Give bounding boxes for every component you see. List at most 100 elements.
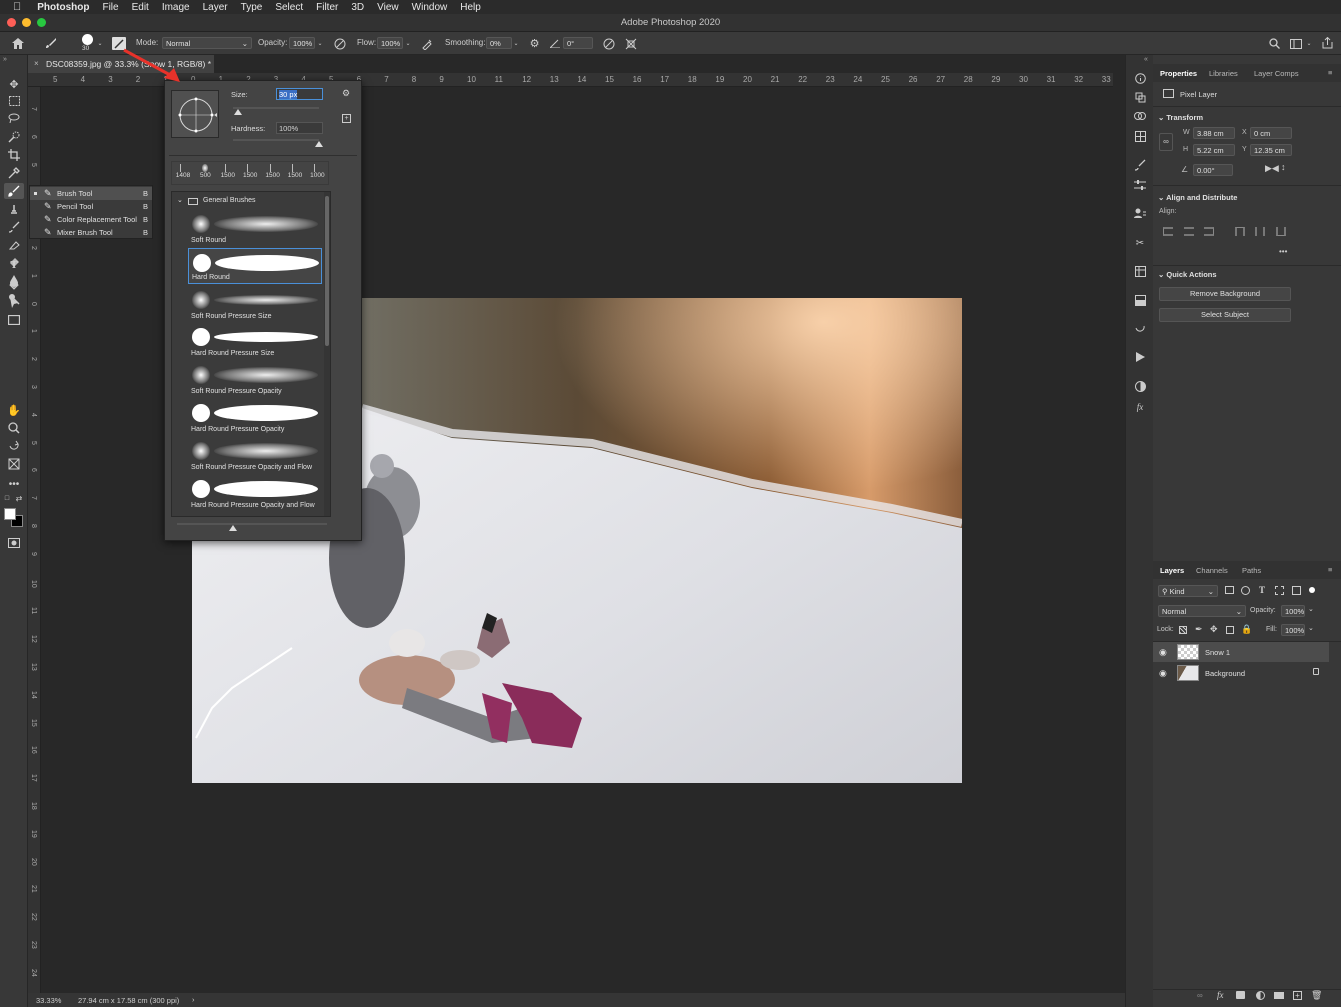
pressure-opacity-icon[interactable] — [333, 37, 347, 50]
menu-help[interactable]: Help — [460, 2, 481, 13]
tab-channels[interactable]: Channels — [1196, 566, 1228, 575]
filter-toggle-icon[interactable] — [1309, 587, 1315, 593]
brush-preset-item[interactable]: Soft Round — [188, 210, 322, 246]
brush-preset-item[interactable]: Hard Round Pressure Size — [188, 323, 322, 359]
picker-gear-icon[interactable]: ⚙ — [342, 88, 350, 99]
close-tab-icon[interactable]: × — [34, 59, 39, 68]
new-adjustment-layer-icon[interactable] — [1256, 991, 1265, 1000]
workspace-icon[interactable] — [1289, 37, 1303, 50]
brush-preset-item[interactable]: Soft Round Pressure Opacity and Flow — [188, 437, 322, 473]
transform-section-title[interactable]: ⌄ Transform — [1158, 113, 1203, 122]
chevron-down-icon[interactable]: ⌄ — [1306, 39, 1312, 47]
filter-adjustment-icon[interactable] — [1241, 586, 1250, 595]
height-field[interactable]: 5.22 cm — [1193, 144, 1235, 156]
hardness-slider-thumb[interactable] — [315, 141, 323, 147]
brush-preset-item[interactable]: Soft Round Pressure Size — [188, 286, 322, 322]
airbrush-icon[interactable] — [420, 37, 434, 50]
panel-menu-icon[interactable]: ≡ — [1328, 68, 1332, 77]
new-layer-icon[interactable]: + — [1293, 991, 1302, 1000]
size-input[interactable]: 30 px — [276, 88, 323, 100]
chevron-down-icon[interactable]: ⌄ — [405, 39, 411, 47]
new-group-icon[interactable] — [1274, 992, 1284, 999]
history-icon[interactable] — [1131, 89, 1149, 105]
eraser-tool-icon[interactable] — [4, 237, 24, 253]
flyout-item-mixer-brush-tool[interactable]: ✎ Mixer Brush Tool B — [30, 226, 152, 239]
rotation-field[interactable]: 0.00° — [1193, 164, 1233, 176]
flow-field[interactable]: 100% — [377, 37, 403, 49]
visibility-eye-icon[interactable]: ◉ — [1159, 647, 1167, 658]
default-colors-icon[interactable]: □ — [2, 493, 12, 503]
recent-brush[interactable]: 1500 — [262, 162, 284, 184]
menu-select[interactable]: Select — [275, 2, 303, 13]
recent-brush[interactable]: 1500 — [284, 162, 306, 184]
brush-tool-icon[interactable] — [4, 183, 24, 199]
angle-field[interactable]: 0° — [563, 37, 593, 49]
menu-file[interactable]: File — [102, 2, 118, 13]
x-field[interactable]: 0 cm — [1250, 127, 1292, 139]
lock-all-icon[interactable]: 🔒 — [1241, 624, 1252, 635]
layer-row[interactable]: ◉ Snow 1 — [1153, 642, 1329, 662]
brush-preset-item[interactable]: Hard Round Pressure Opacity — [188, 399, 322, 435]
tab-properties[interactable]: Properties — [1160, 69, 1197, 78]
smoothing-field[interactable]: 0% — [486, 37, 512, 49]
hardness-slider[interactable] — [233, 139, 323, 147]
learn-icon[interactable] — [1131, 205, 1149, 221]
filter-type-icon[interactable]: T — [1259, 585, 1265, 595]
menu-window[interactable]: Window — [412, 2, 448, 13]
flip-horizontal-icon[interactable]: ▶◀ — [1265, 163, 1279, 174]
move-tool-icon[interactable]: ✥ — [4, 76, 24, 92]
link-layers-icon[interactable]: ∞ — [1197, 991, 1203, 1000]
history-brush-tool-icon[interactable] — [4, 219, 24, 235]
layer-row[interactable]: ◉ Background — [1153, 663, 1329, 683]
menu-type[interactable]: Type — [241, 2, 263, 13]
fill-field[interactable]: 100% — [1281, 624, 1305, 636]
recent-brush[interactable]: 1500 — [217, 162, 239, 184]
recent-brush[interactable]: 1500 — [239, 162, 261, 184]
recent-brush[interactable]: 500 — [194, 162, 216, 184]
quick-selection-tool-icon[interactable] — [4, 129, 24, 145]
menu-image[interactable]: Image — [162, 2, 190, 13]
size-slider[interactable] — [233, 107, 319, 115]
remove-background-button[interactable]: Remove Background — [1159, 287, 1291, 301]
align-middle-icon[interactable] — [1255, 227, 1265, 236]
chevron-down-icon[interactable]: ⌄ — [513, 39, 519, 47]
flyout-item-color-replacement-tool[interactable]: ✎ Color Replacement Tool B — [30, 213, 152, 226]
lock-transparent-icon[interactable] — [1179, 626, 1187, 634]
menu-layer[interactable]: Layer — [203, 2, 228, 13]
brush-preset-icon[interactable] — [40, 36, 62, 50]
crop-tool-icon[interactable] — [4, 147, 24, 163]
pressure-size-icon[interactable] — [602, 37, 616, 50]
flyout-item-brush-tool[interactable]: ✎ Brush Tool B — [30, 187, 152, 200]
swatches-icon[interactable] — [1131, 128, 1149, 144]
align-left-icon[interactable] — [1163, 227, 1173, 236]
pen-tool-icon-b[interactable] — [4, 276, 24, 292]
actions-play-icon[interactable] — [1131, 349, 1149, 365]
align-center-icon[interactable] — [1184, 227, 1194, 236]
brush-settings-icon[interactable] — [1131, 157, 1149, 173]
share-icon[interactable] — [1320, 36, 1334, 50]
adjustment-circle-icon[interactable] — [1131, 378, 1149, 394]
paths-scissor-icon[interactable]: ✂ — [1131, 235, 1149, 251]
folder-row[interactable]: ⌄ General Brushes — [172, 196, 322, 208]
recent-brush[interactable]: 1000 — [306, 162, 328, 184]
chevron-right-icon[interactable]: › — [192, 995, 195, 1004]
opacity-field[interactable]: 100% — [289, 37, 315, 49]
add-mask-icon[interactable] — [1236, 991, 1245, 999]
tab-libraries[interactable]: Libraries — [1209, 69, 1238, 78]
clone-stamp-tool-icon[interactable] — [4, 201, 24, 217]
flip-vertical-icon[interactable]: ↕ — [1281, 162, 1286, 172]
brush-size-preview[interactable]: 30 — [80, 34, 96, 54]
rotate-view-tool-icon[interactable] — [4, 438, 24, 454]
flyout-item-pencil-tool[interactable]: ✎ Pencil Tool B — [30, 200, 152, 213]
swap-colors-icon[interactable]: ⇄ — [14, 493, 24, 503]
frame-tool-icon[interactable] — [4, 456, 24, 472]
collapse-icon[interactable]: « — [1144, 56, 1148, 63]
preview-size-slider[interactable] — [177, 523, 327, 533]
chevron-down-icon[interactable]: ⌄ — [1308, 605, 1314, 613]
align-section-title[interactable]: ⌄ Align and Distribute — [1158, 193, 1237, 202]
delete-layer-icon[interactable]: 🗑 — [1311, 990, 1322, 1001]
brush-preset-item[interactable]: Hard Round Pressure Opacity and Flow — [188, 475, 322, 511]
add-style-fx-icon[interactable]: fx — [1217, 990, 1224, 1000]
zoom-level[interactable]: 33.33% — [36, 996, 61, 1005]
adjustments-icon[interactable] — [1131, 177, 1149, 193]
